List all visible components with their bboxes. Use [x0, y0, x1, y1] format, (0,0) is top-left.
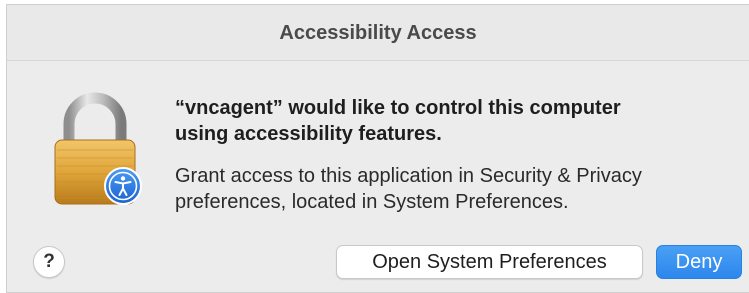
accessibility-icon: [104, 167, 142, 205]
info-line-2: preferences, located in System Preferenc…: [175, 191, 569, 213]
info-line-1: Grant access to this application in Secu…: [175, 165, 642, 187]
dialog-informative-text: Grant access to this application in Secu…: [175, 163, 735, 215]
accessibility-access-dialog: Accessibility Access “vncagent” would li…: [6, 4, 749, 293]
open-system-preferences-button[interactable]: Open System Preferences: [336, 245, 643, 279]
deny-button[interactable]: Deny: [656, 245, 742, 279]
dialog-message: “vncagent” would like to control this co…: [175, 95, 735, 215]
headline-line-2: using accessibility features.: [175, 123, 442, 145]
lock-icon: [45, 92, 149, 210]
headline-line-1: “vncagent” would like to control this co…: [175, 97, 621, 119]
dialog-title: Accessibility Access: [7, 5, 749, 61]
help-button[interactable]: ?: [33, 246, 65, 278]
dialog-headline: “vncagent” would like to control this co…: [175, 95, 735, 147]
